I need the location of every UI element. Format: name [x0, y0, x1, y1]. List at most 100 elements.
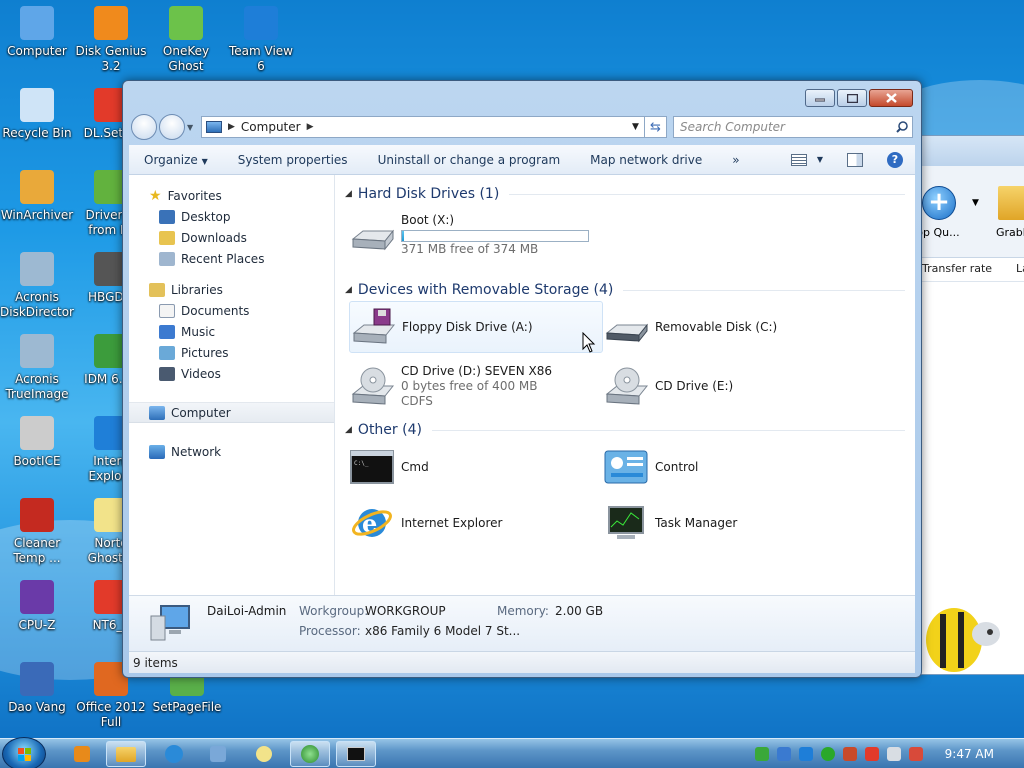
breadcrumb-arrow-icon[interactable]: ▶ — [228, 122, 235, 132]
breadcrumb-arrow-icon[interactable]: ▶ — [307, 122, 314, 132]
taskbar-internet-explorer[interactable] — [154, 741, 194, 767]
desktop-shortcut[interactable]: Acronis DiskDirector — [0, 252, 74, 320]
breadcrumb-computer[interactable]: Computer — [241, 120, 301, 134]
item-task-manager[interactable]: Task Manager — [603, 497, 857, 549]
add-icon[interactable]: + — [922, 186, 956, 220]
tray-app-icon[interactable] — [776, 747, 791, 761]
hard-disk-grid: Boot (X:) 371 MB free of 374 MB — [343, 205, 905, 265]
memory-label: Memory: — [497, 604, 549, 618]
drive-removable-c[interactable]: Removable Disk (C:) — [603, 301, 857, 353]
nav-desktop[interactable]: Desktop — [129, 206, 334, 227]
address-bar[interactable]: ▶ Computer ▶ ▼ — [201, 116, 645, 138]
desktop-shortcut-label: Recycle Bin — [2, 126, 72, 140]
back-button[interactable] — [131, 114, 157, 140]
group-header-hard-disk-drives[interactable]: ◢ Hard Disk Drives (1) — [343, 183, 905, 205]
desktop-shortcut[interactable]: OneKey Ghost — [149, 6, 223, 74]
chevron-down-icon[interactable]: ▼ — [817, 155, 823, 164]
desktop-shortcut-label: Dao Vang — [8, 700, 66, 714]
desktop-shortcut[interactable]: BootICE — [0, 416, 74, 469]
tray-tool-icon[interactable] — [842, 747, 857, 761]
taskbar-app[interactable] — [198, 741, 238, 767]
nav-videos[interactable]: Videos — [129, 363, 334, 384]
uninstall-program-button[interactable]: Uninstall or change a program — [363, 153, 576, 167]
dropdown-arrow-icon[interactable]: ▼ — [972, 198, 979, 208]
removable-disk-icon — [605, 323, 649, 343]
system-properties-button[interactable]: System properties — [223, 153, 363, 167]
onekey-ghost-icon — [169, 6, 203, 40]
collapse-triangle-icon[interactable]: ◢ — [345, 425, 352, 435]
explorer-window[interactable]: ▼ ▶ Computer ▶ ▼ ⇆ Search Computer Organ… — [122, 80, 922, 678]
drive-cd-e[interactable]: CD Drive (E:) — [603, 357, 857, 415]
search-input[interactable]: Search Computer — [673, 116, 913, 138]
tray-display-icon[interactable] — [886, 747, 901, 761]
nav-libraries[interactable]: Libraries — [129, 279, 334, 300]
taskbar-media-player[interactable] — [62, 741, 102, 767]
column-header[interactable]: La — [1016, 262, 1024, 275]
column-header-transfer-rate[interactable]: Transfer rate — [922, 262, 992, 275]
desktop-shortcut[interactable]: CPU-Z — [0, 580, 74, 633]
desktop-shortcut[interactable]: WinArchiver — [0, 170, 74, 223]
item-name: Task Manager — [655, 515, 738, 530]
desktop-shortcut[interactable]: Dao Vang — [0, 662, 74, 715]
drive-free-space: 0 bytes free of 400 MB — [401, 378, 538, 393]
drive-boot-x[interactable]: Boot (X:) 371 MB free of 374 MB — [349, 205, 603, 265]
help-icon[interactable]: ? — [887, 151, 903, 168]
background-window-titlebar[interactable] — [916, 136, 1024, 166]
drive-cd-d[interactable]: CD Drive (D:) SEVEN X86 0 bytes free of … — [349, 357, 603, 415]
tray-play-icon[interactable] — [820, 747, 835, 761]
collapse-triangle-icon[interactable]: ◢ — [345, 189, 352, 199]
drive-info: Boot (X:) 371 MB free of 374 MB — [401, 213, 589, 257]
desktop-shortcut[interactable]: Team View 6 — [224, 6, 298, 74]
desktop-shortcut[interactable]: Recycle Bin — [0, 88, 74, 141]
item-cmd[interactable]: C:\_ Cmd — [349, 441, 603, 493]
preview-pane-icon[interactable] — [847, 152, 863, 167]
desktop-shortcut-label: OneKey Ghost — [162, 44, 210, 73]
nav-music[interactable]: Music — [129, 321, 334, 342]
taskbar-clock[interactable]: 9:47 AM — [945, 747, 994, 761]
nav-favorites[interactable]: ★ Favorites — [129, 185, 334, 206]
desktop-shortcut[interactable]: Cleaner Temp ... — [0, 498, 74, 566]
taskbar-cmd[interactable] — [336, 741, 376, 767]
minimize-button[interactable] — [805, 89, 835, 107]
desktop-shortcut[interactable]: Acronis TrueImage — [0, 334, 74, 402]
desktop-shortcut[interactable]: Computer — [0, 6, 74, 59]
nav-network[interactable]: Network — [129, 441, 334, 462]
nav-documents[interactable]: Documents — [129, 300, 334, 321]
organize-button[interactable]: Organize ▼ — [129, 153, 223, 167]
more-commands-button[interactable]: » — [717, 153, 754, 167]
taskbar-explorer[interactable] — [106, 741, 146, 767]
tray-volume-icon[interactable] — [908, 747, 923, 761]
drive-usage-fill — [402, 231, 404, 241]
address-dropdown-button[interactable]: ▼ — [626, 122, 644, 132]
item-internet-explorer[interactable]: e Internet Explorer — [349, 497, 603, 549]
background-window[interactable]: + ▼ pp Qu... Grabb Transfer rate La — [915, 135, 1024, 675]
group-header-removable-storage[interactable]: ◢ Devices with Removable Storage (4) — [343, 279, 905, 301]
column-header-row: Transfer rate La — [916, 258, 1024, 282]
taskbar-norton-ghost[interactable] — [244, 741, 284, 767]
desktop-shortcut[interactable]: Disk Genius 3.2 — [74, 6, 148, 74]
nav-computer[interactable]: Computer — [129, 402, 334, 423]
close-button[interactable] — [869, 89, 913, 107]
item-control[interactable]: Control — [603, 441, 857, 493]
map-network-drive-button[interactable]: Map network drive — [575, 153, 717, 167]
nav-pictures[interactable]: Pictures — [129, 342, 334, 363]
recent-pages-dropdown[interactable]: ▼ — [187, 123, 197, 132]
nav-downloads[interactable]: Downloads — [129, 227, 334, 248]
nav-recent-places[interactable]: Recent Places — [129, 248, 334, 269]
start-button[interactable] — [2, 737, 46, 768]
recycle-bin-icon — [20, 88, 54, 122]
group-header-other[interactable]: ◢ Other (4) — [343, 419, 905, 441]
taskbar-idm[interactable] — [290, 741, 330, 767]
drive-floppy-a[interactable]: Floppy Disk Drive (A:) — [349, 301, 603, 353]
tray-teamviewer-icon[interactable] — [798, 747, 813, 761]
folder-icon[interactable] — [998, 186, 1024, 220]
refresh-button[interactable]: ⇆ — [645, 116, 667, 138]
change-view-icon[interactable] — [790, 153, 807, 166]
tray-flag-icon[interactable] — [864, 747, 879, 761]
search-icon[interactable] — [896, 121, 908, 133]
collapse-triangle-icon[interactable]: ◢ — [345, 285, 352, 295]
forward-button[interactable] — [159, 114, 185, 140]
maximize-button[interactable] — [837, 89, 867, 107]
computer-icon — [150, 605, 190, 641]
tray-network-icon[interactable] — [754, 747, 769, 761]
